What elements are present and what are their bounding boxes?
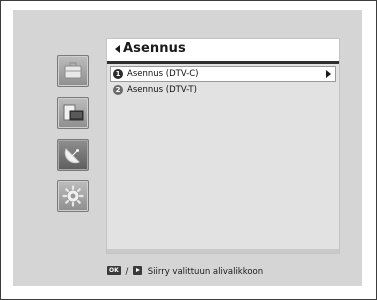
- menu-item-asennus-dtv-t[interactable]: 2 Asennus (DTV-T): [111, 83, 335, 97]
- sidebar-item-devices[interactable]: [57, 97, 89, 129]
- item-number-badge: 1: [113, 69, 123, 79]
- chevron-right-icon: [326, 70, 331, 78]
- settings-gear-icon: [62, 185, 84, 207]
- menu-item-label: Asennus (DTV-C): [127, 69, 199, 79]
- sidebar-item-briefcase[interactable]: [57, 55, 89, 87]
- menu-title: Asennus: [123, 41, 186, 56]
- ok-key-icon: OK: [107, 266, 121, 275]
- menu-panel: Asennus 1 Asennus (DTV-C) 2 Asennus (DTV…: [107, 39, 339, 253]
- hint-separator: /: [125, 267, 129, 277]
- briefcase-icon: [64, 62, 82, 79]
- play-key-icon: [133, 266, 143, 275]
- panel-bottom-bar: [107, 249, 339, 253]
- menu-title-bar: Asennus: [107, 39, 339, 64]
- menu-item-asennus-dtv-c[interactable]: 1 Asennus (DTV-C): [111, 67, 335, 81]
- item-number-badge: 2: [113, 85, 123, 95]
- satellite-dish-icon: [64, 148, 80, 164]
- devices-icon: [63, 104, 84, 121]
- hint-text: Siirry valittuun alivalikkoon: [147, 267, 264, 277]
- sidebar-item-satellite[interactable]: [57, 139, 89, 171]
- hint-bar: OK / Siirry valittuun alivalikkoon: [107, 266, 263, 278]
- back-arrow-icon[interactable]: [115, 45, 120, 53]
- menu-item-label: Asennus (DTV-T): [127, 85, 197, 95]
- sidebar-item-settings[interactable]: [57, 180, 89, 212]
